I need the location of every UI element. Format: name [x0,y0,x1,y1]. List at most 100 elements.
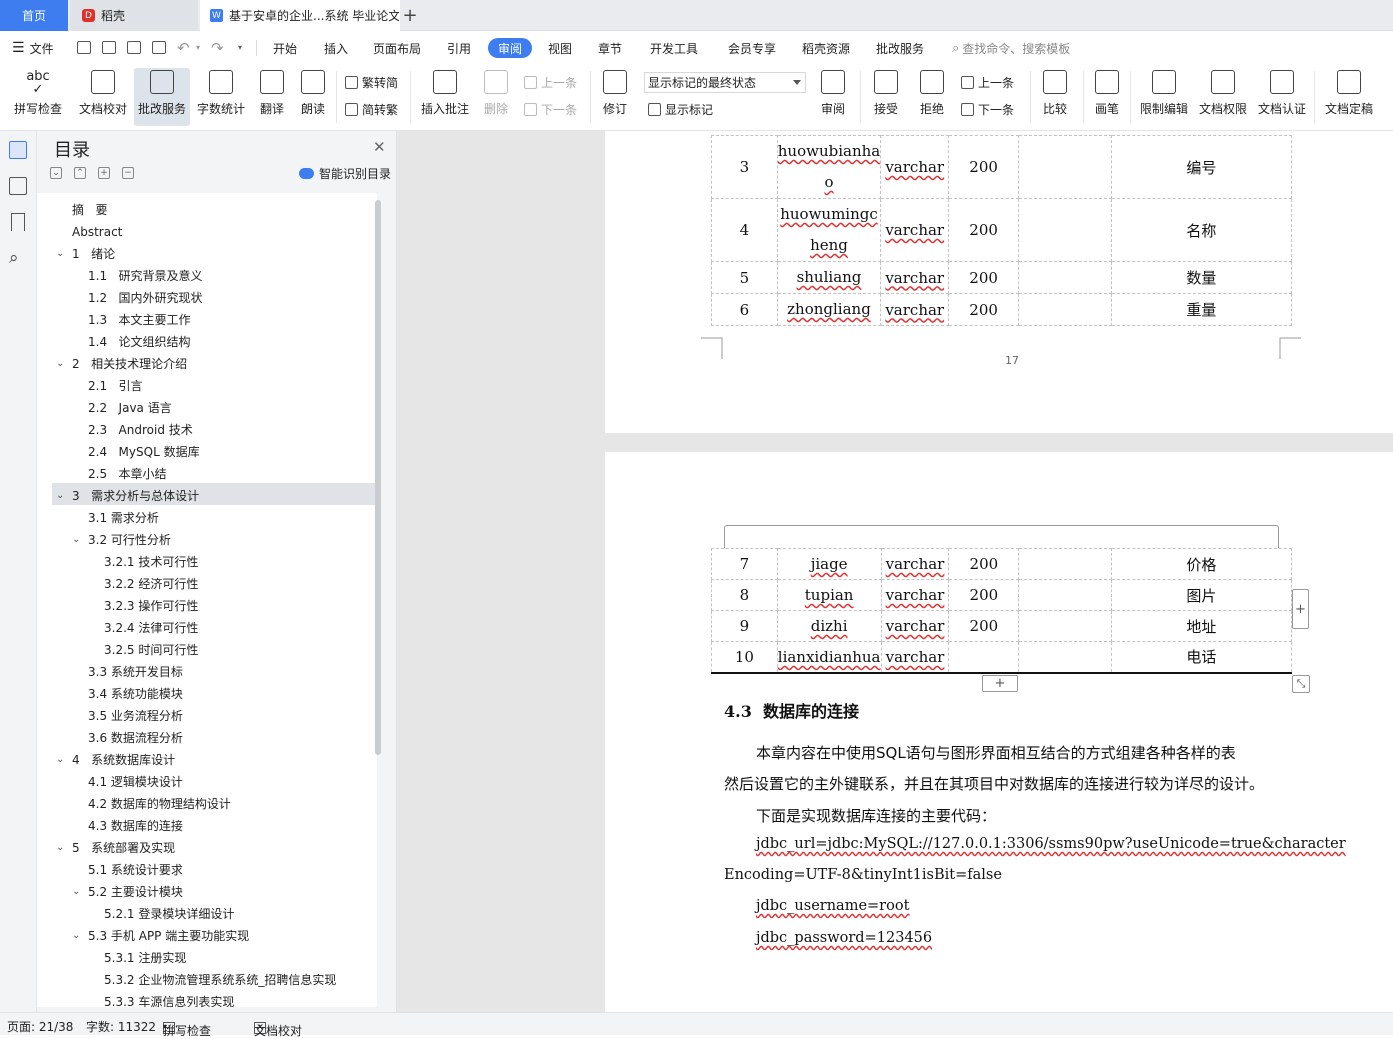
toc-item[interactable]: 5.3.1 注册实现 [104,947,186,969]
toc-item[interactable]: 1.4 论文组织结构 [88,331,191,353]
add-column-plus-icon[interactable]: + [1292,589,1309,629]
tab-daoke[interactable]: D 稻壳 [70,0,198,31]
review-pane-button[interactable]: 审阅 [815,70,851,117]
spell-check-button[interactable]: abc ✓ 拼写检查 [8,70,68,117]
delete-comment-button[interactable]: 删除 [478,70,514,117]
word-count-indicator[interactable]: 字数: 11322 [86,1018,156,1035]
toc-item[interactable]: 5.2.1 登录模块详细设计 [104,903,234,925]
markup-state-select[interactable]: 显示标记的最终状态 [644,72,806,93]
toc-item[interactable]: 3.2.4 法律可行性 [104,617,198,639]
reject-button[interactable]: 拒绝 [914,70,950,117]
toc-item[interactable]: 1.1 研究背景及意义 [88,265,203,287]
pen-button[interactable]: 画笔 [1092,70,1122,117]
menu-batch-service[interactable]: 批改服务 [876,31,924,65]
add-row-plus-icon[interactable]: + [982,675,1018,692]
translate-button[interactable]: 翻译 [254,70,290,117]
chevron-down-icon[interactable]: ⌄ [56,243,64,265]
accept-button[interactable]: 接受 [868,70,904,117]
toc-item[interactable]: 4.3 数据库的连接 [88,815,183,837]
toc-item[interactable]: ⌄ 1 绪论 [56,243,115,265]
collapse-all-icon[interactable]: ⌄ [50,167,62,179]
chevron-down-icon[interactable]: ⌄ [72,529,80,551]
insert-comment-button[interactable]: 插入批注 [420,70,470,117]
command-search[interactable]: ⌕ 查找命令、搜索模板 [952,31,1070,65]
doc-proof-button[interactable]: 文档校对 [78,70,128,117]
remove-heading-icon[interactable]: − [122,167,134,179]
chevron-down-icon[interactable]: ⌄ [56,353,64,375]
menu-page-layout[interactable]: 页面布局 [373,31,421,65]
toc-item[interactable]: 3.4 系统功能模块 [88,683,183,705]
toc-item[interactable]: ⌄ 4 系统数据库设计 [56,749,175,771]
toc-item[interactable]: ⌄ 5.3 手机 APP 端主要功能实现 [72,925,249,947]
outline-icon[interactable] [9,141,27,159]
tab-home[interactable]: 首页 [0,0,68,31]
chevron-down-icon[interactable]: ⌄ [56,749,64,771]
toc-item[interactable]: 3.3 系统开发目标 [88,661,183,683]
compare-button[interactable]: 比较 [1037,70,1073,117]
smart-toc-button[interactable]: 智能识别目录 [299,165,391,182]
word-count-button[interactable]: 字数统计 [196,70,246,117]
next-change-button[interactable]: 下一条 [961,101,1014,118]
toc-item[interactable]: 5.1 系统设计要求 [88,859,183,881]
toc-item[interactable]: 2.4 MySQL 数据库 [88,441,200,463]
menu-member[interactable]: 会员专享 [728,31,776,65]
add-heading-icon[interactable]: + [98,167,110,179]
expand-all-icon[interactable]: ⌃ [74,167,86,179]
toc-item[interactable]: 3.2.3 操作可行性 [104,595,198,617]
menu-insert[interactable]: 插入 [324,31,348,65]
menu-review[interactable]: 审阅 [488,38,533,58]
toc-item[interactable]: 4.1 逻辑模块设计 [88,771,183,793]
menu-view[interactable]: 视图 [548,31,572,65]
toc-item[interactable]: ⌄ 5.2 主要设计模块 [72,881,183,903]
tab-document[interactable]: W 基于安卓的企业...系统 毕业论文 [200,0,400,31]
undo-dropdown-icon[interactable]: ▾ [196,43,200,52]
toc-item[interactable]: 摘 要 [72,199,107,221]
menu-daoke-resources[interactable]: 稻壳资源 [802,31,850,65]
toc-item[interactable]: 1.2 国内外研究现状 [88,287,203,309]
show-markup-button[interactable]: 显示标记 [648,101,713,118]
print-preview-icon[interactable] [152,41,166,54]
new-tab-plus-icon[interactable]: + [400,4,420,26]
toc-item[interactable]: 2.1 引言 [88,375,143,397]
print-icon[interactable] [127,41,141,54]
close-icon[interactable]: ✕ [373,138,386,156]
redo-icon[interactable]: ↷ [211,39,224,57]
toc-item[interactable]: 5.3.2 企业物流管理系统系统_招聘信息实现 [104,969,336,991]
menu-chapter[interactable]: 章节 [598,31,622,65]
doc-rights-button[interactable]: 文档权限 [1198,70,1248,117]
bookmark-icon[interactable] [11,213,25,231]
read-aloud-button[interactable]: 朗读 [298,70,328,117]
toc-item[interactable]: ⌄ 3 需求分析与总体设计 [56,485,199,507]
toc-item[interactable]: ⌄ 3.2 可行性分析 [72,529,171,551]
file-menu[interactable]: ☰ 文件 [12,31,54,65]
page-indicator[interactable]: 页面: 21/38 [7,1018,73,1035]
chapter-nav-icon[interactable] [9,177,27,195]
resize-table-expand-icon[interactable]: ⤡ [1292,675,1310,693]
chevron-down-icon[interactable]: ⌄ [56,837,64,859]
simp-to-trad-button[interactable]: 简转繁 [345,101,398,118]
toc-item[interactable]: 5.3.3 车源信息列表实现 [104,991,234,1007]
toc-item[interactable]: 3.6 数据流程分析 [88,727,183,749]
toc-item[interactable]: 3.5 业务流程分析 [88,705,183,727]
toc-item[interactable]: 3.1 需求分析 [88,507,159,529]
chevron-down-icon[interactable]: ⌄ [72,881,80,903]
next-comment-button[interactable]: 下一条 [524,101,577,118]
restrict-edit-button[interactable]: 限制编辑 [1139,70,1189,117]
toc-item[interactable]: 2.5 本章小结 [88,463,167,485]
trad-to-simp-button[interactable]: 繁转简 [345,74,398,91]
toc-item[interactable]: 2.2 Java 语言 [88,397,172,419]
toc-item[interactable]: 1.3 本文主要工作 [88,309,191,331]
quick-access-dropdown-icon[interactable]: ▾ [238,43,242,52]
menu-developer[interactable]: 开发工具 [650,31,698,65]
toc-scrollbar[interactable] [375,200,381,755]
menu-reference[interactable]: 引用 [447,31,471,65]
toc-item[interactable]: 3.2.1 技术可行性 [104,551,198,573]
search-icon[interactable]: ⌕ [9,249,27,267]
chevron-down-icon[interactable]: ⌄ [56,485,64,507]
track-changes-button[interactable]: 修订 [597,70,633,117]
toc-item[interactable]: ⌄ 2 相关技术理论介绍 [56,353,187,375]
undo-icon[interactable]: ↶ [177,39,190,57]
menu-start[interactable]: 开始 [273,31,297,65]
toc-item[interactable]: ⌄ 5 系统部署及实现 [56,837,175,859]
batch-service-button[interactable]: 批改服务 [137,70,187,117]
